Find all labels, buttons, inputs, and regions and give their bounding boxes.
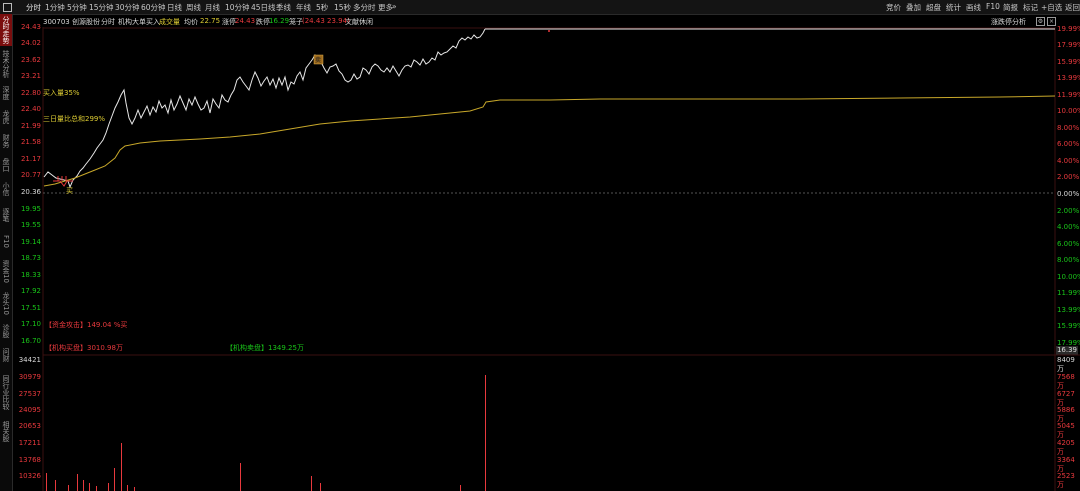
volume-bar <box>77 474 78 491</box>
volume-bar <box>240 463 241 491</box>
volume-bar <box>121 443 122 491</box>
avg-price-line <box>43 95 1056 187</box>
three-day-annotation: 三日量比总和299% <box>43 115 106 123</box>
volume-bar <box>108 483 109 491</box>
price-line <box>43 28 486 189</box>
marker-dot <box>548 30 550 32</box>
volume-bar <box>114 468 115 491</box>
buy-ratio-annotation: 买入量35% <box>43 89 80 97</box>
volume-bar <box>68 485 69 491</box>
volume-bar <box>96 486 97 491</box>
volume-bar <box>83 480 84 491</box>
volume-bar <box>46 473 47 491</box>
volume-bar <box>320 483 321 491</box>
buy-mark-label: 买 <box>66 187 73 195</box>
volume-bar <box>460 485 461 491</box>
inst-sell-annotation: 【机构卖盘】1349.25万 <box>226 344 304 352</box>
sell-mark-label: 卖 <box>315 57 322 64</box>
inst-buy-annotation: 【机构买盘】3010.98万 <box>45 344 123 352</box>
volume-bar <box>311 476 312 491</box>
volume-bar <box>485 375 486 491</box>
volume-bar <box>89 483 90 491</box>
volume-bar <box>55 480 56 491</box>
volume-bar <box>134 487 135 491</box>
volume-bar <box>127 485 128 491</box>
capital-attack-annotation: 【资金攻击】149.04 %买 <box>45 321 128 329</box>
intraday-chart[interactable] <box>0 0 1080 491</box>
